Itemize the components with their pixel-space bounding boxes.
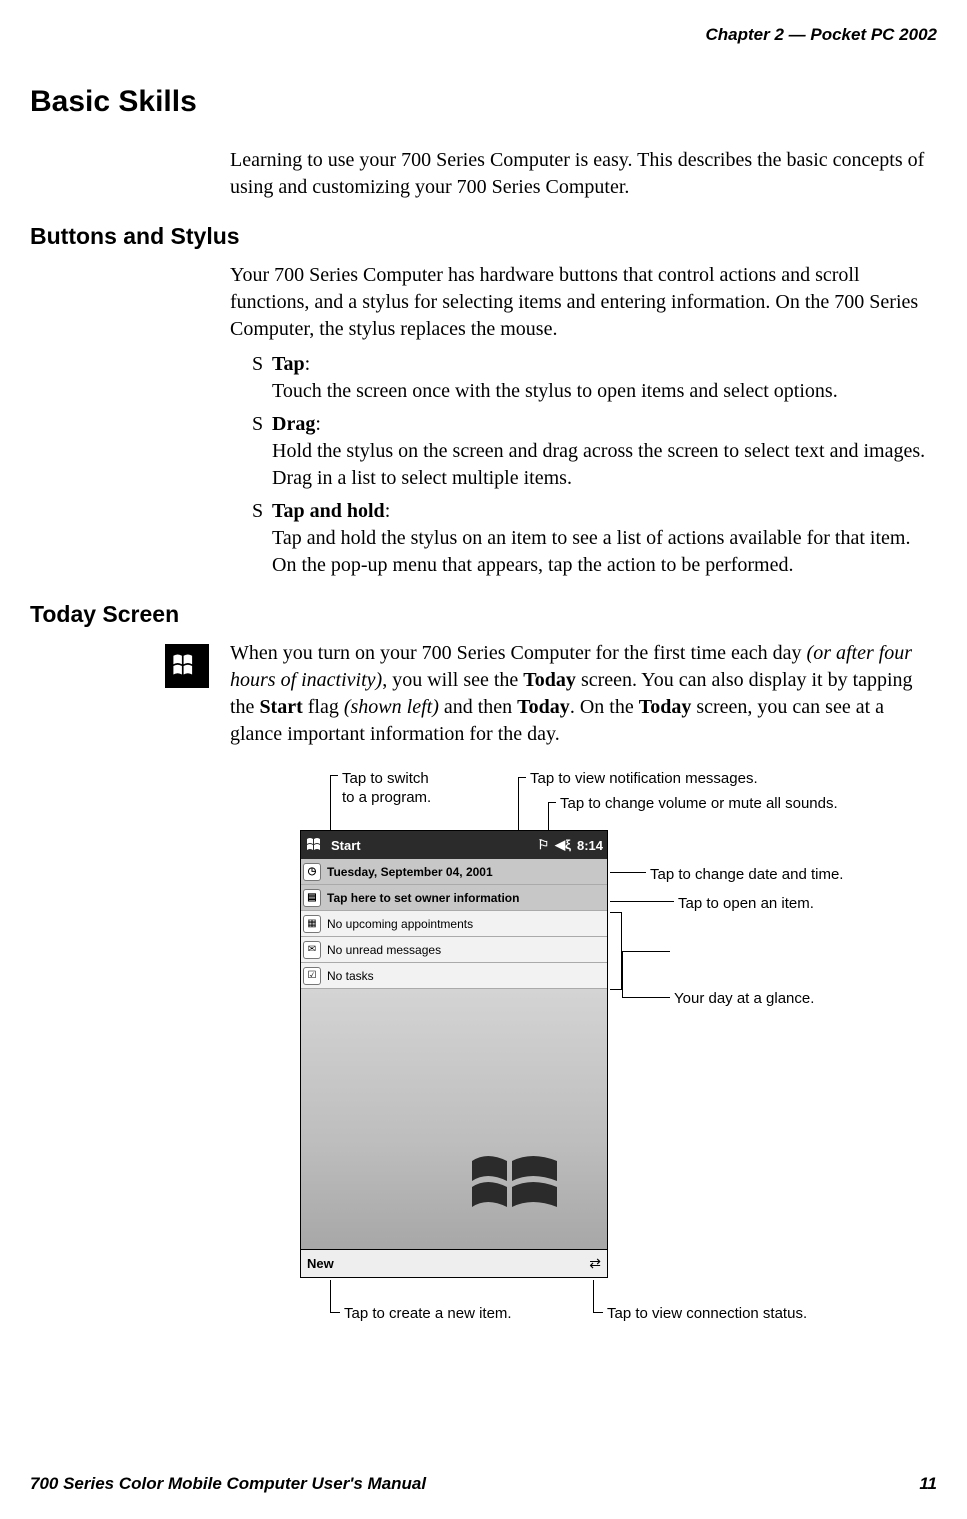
leader-line <box>610 901 674 902</box>
bullet-colon: : <box>305 353 311 375</box>
callout-open-item: Tap to open an item. <box>678 895 814 914</box>
today-screen-figure: Tap to switch to a program. Tap to view … <box>270 770 950 1350</box>
leader-line <box>518 777 526 778</box>
bullet-list: S Tap: Touch the screen once with the st… <box>252 351 937 579</box>
bracket <box>610 912 622 990</box>
tasks-icon: ☑ <box>303 967 321 985</box>
callout-notifications: Tap to view notification messages. <box>530 770 758 789</box>
bullet-tap: S Tap: Touch the screen once with the st… <box>252 351 937 405</box>
calendar-icon: ▦ <box>303 915 321 933</box>
windows-flag-icon <box>165 644 209 688</box>
bullet-label: Tap and hold <box>272 500 385 522</box>
leader-line <box>548 802 556 803</box>
text-bold: Today <box>639 696 692 718</box>
heading-buttons-and-stylus: Buttons and Stylus <box>30 223 937 250</box>
text-bold: Today <box>523 669 576 691</box>
bullet-body: Touch the screen once with the stylus to… <box>272 380 838 402</box>
notification-icon[interactable]: ⚐ <box>538 837 550 853</box>
inbox-icon: ✉ <box>303 941 321 959</box>
callout-text: to a program. <box>342 789 431 806</box>
start-label[interactable]: Start <box>331 838 361 853</box>
heading-today-screen: Today Screen <box>30 601 937 628</box>
new-button[interactable]: New <box>307 1256 334 1271</box>
pocketpc-device: Start ⚐ ◀ξ 8:14 ◷ Tuesday, September 04,… <box>300 830 608 1278</box>
appointments-row[interactable]: ▦ No upcoming appointments <box>301 911 607 937</box>
callout-text: Tap to switch <box>342 770 429 787</box>
tasks-row[interactable]: ☑ No tasks <box>301 963 607 989</box>
owner-icon: ▤ <box>303 889 321 907</box>
clock-text[interactable]: 8:14 <box>577 838 603 853</box>
tasks-text: No tasks <box>327 969 374 983</box>
running-header: Chapter 2 — Pocket PC 2002 <box>30 25 937 45</box>
text: . On the <box>570 696 639 718</box>
bullet-body: Tap and hold the stylus on an item to se… <box>272 527 910 576</box>
start-flag-icon[interactable] <box>305 835 325 855</box>
leader-line <box>593 1280 594 1312</box>
callout-day-glance: Your day at a glance. <box>674 990 814 1009</box>
callout-switch-program: Tap to switch to a program. <box>342 770 431 808</box>
today-row: When you turn on your 700 Series Compute… <box>165 640 937 748</box>
text-bold: Today <box>517 696 570 718</box>
text: When you turn on your 700 Series Compute… <box>230 642 807 664</box>
owner-text: Tap here to set owner information <box>327 891 519 905</box>
text: flag <box>303 696 344 718</box>
manual-title: 700 Series Color Mobile Computer User's … <box>30 1474 426 1494</box>
bullet-tap-and-hold: S Tap and hold: Tap and hold the stylus … <box>252 498 937 579</box>
messages-row[interactable]: ✉ No unread messages <box>301 937 607 963</box>
buttons-intro-paragraph: Your 700 Series Computer has hardware bu… <box>230 262 937 343</box>
heading-basic-skills: Basic Skills <box>30 85 937 119</box>
leader-line <box>330 1312 340 1313</box>
bullet-body: Hold the stylus on the screen and drag a… <box>272 440 925 489</box>
bullet-dot: S <box>252 411 263 438</box>
date-text: Tuesday, September 04, 2001 <box>327 865 493 879</box>
text-bold: Start <box>259 696 302 718</box>
command-bar: New ⇄ <box>301 1249 607 1277</box>
date-row[interactable]: ◷ Tuesday, September 04, 2001 <box>301 859 607 885</box>
connection-icon[interactable]: ⇄ <box>589 1255 601 1272</box>
leader-line <box>330 1280 331 1312</box>
intro-paragraph: Learning to use your 700 Series Computer… <box>230 147 937 201</box>
callout-new-item: Tap to create a new item. <box>344 1305 512 1324</box>
page-number: 11 <box>919 1474 937 1494</box>
owner-row[interactable]: ▤ Tap here to set owner information <box>301 885 607 911</box>
bullet-colon: : <box>315 413 321 435</box>
speaker-icon[interactable]: ◀ξ <box>555 837 571 853</box>
chapter-number: Chapter 2 <box>705 25 783 44</box>
callout-connection: Tap to view connection status. <box>607 1305 807 1324</box>
wallpaper <box>301 989 607 1249</box>
callout-date-time: Tap to change date and time. <box>650 866 843 885</box>
appointments-text: No upcoming appointments <box>327 917 473 931</box>
leader-line <box>622 951 670 952</box>
text-emphasis: (shown left) <box>344 696 439 718</box>
running-footer: 700 Series Color Mobile Computer User's … <box>30 1474 937 1494</box>
bullet-colon: : <box>385 500 391 522</box>
bullet-dot: S <box>252 498 263 525</box>
leader-line <box>593 1312 603 1313</box>
today-paragraph: When you turn on your 700 Series Compute… <box>230 640 937 748</box>
text: and then <box>439 696 517 718</box>
bullet-drag: S Drag: Hold the stylus on the screen an… <box>252 411 937 492</box>
bullet-dot: S <box>252 351 263 378</box>
bullet-label: Drag <box>272 413 315 435</box>
text: , you will see the <box>382 669 523 691</box>
messages-text: No unread messages <box>327 943 441 957</box>
windows-logo-icon <box>467 1149 567 1219</box>
leader-line <box>622 951 623 997</box>
callout-volume: Tap to change volume or mute all sounds. <box>560 795 838 814</box>
product-name: Pocket PC 2002 <box>810 25 937 44</box>
leader-line <box>622 997 670 998</box>
navbar[interactable]: Start ⚐ ◀ξ 8:14 <box>301 831 607 859</box>
header-separator: — <box>784 25 810 44</box>
bullet-label: Tap <box>272 353 305 375</box>
leader-line <box>330 775 338 776</box>
clock-icon: ◷ <box>303 863 321 881</box>
leader-line <box>610 872 646 873</box>
